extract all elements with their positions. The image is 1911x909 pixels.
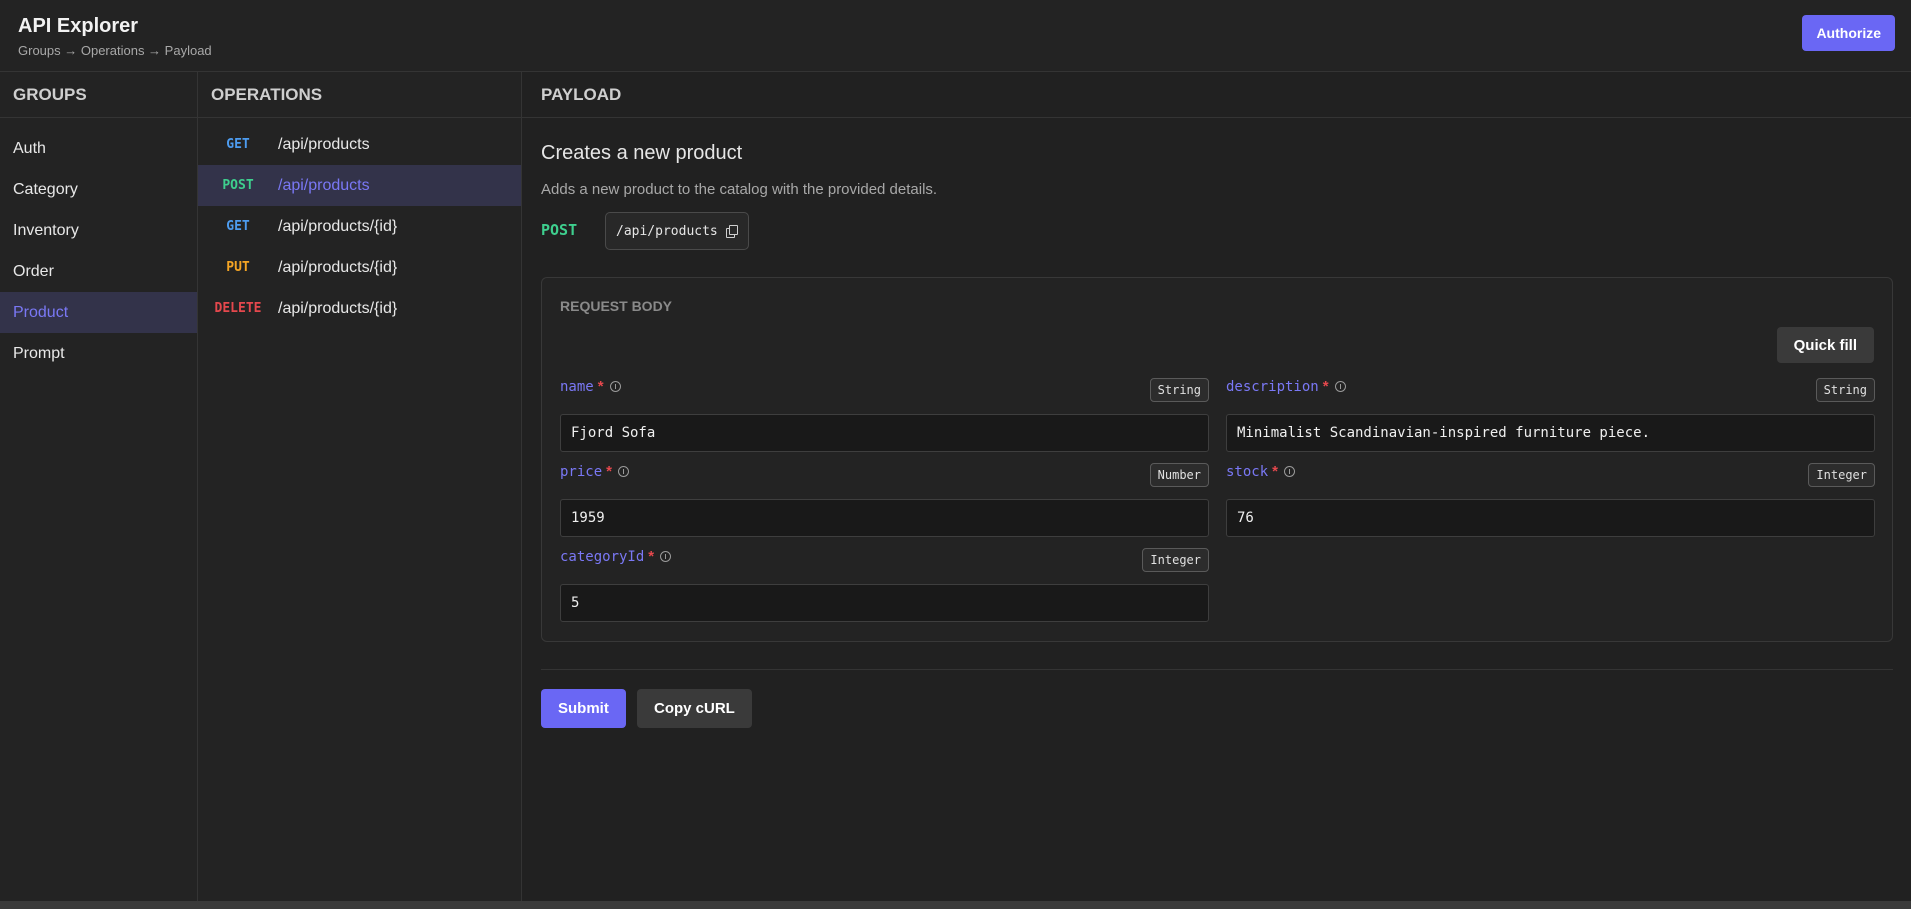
operation-path: /api/products/{id} xyxy=(278,258,398,276)
app-title: API Explorer xyxy=(18,15,139,37)
field-label: price xyxy=(560,463,603,480)
group-item-order[interactable]: Order xyxy=(0,251,197,292)
copy-icon[interactable] xyxy=(725,225,738,238)
field-name: name * String xyxy=(560,378,1209,452)
endpoint-path: /api/products xyxy=(616,223,718,239)
required-marker: * xyxy=(606,463,612,481)
field-label: stock xyxy=(1226,463,1269,480)
payload-panel: PAYLOAD Creates a new product Adds a new… xyxy=(522,72,1911,901)
description-input[interactable] xyxy=(1226,414,1875,452)
operation-description: Adds a new product to the catalog with t… xyxy=(541,181,938,198)
required-marker: * xyxy=(1322,378,1329,396)
divider xyxy=(541,669,1893,670)
submit-button[interactable]: Submit xyxy=(541,689,626,728)
stock-input[interactable] xyxy=(1226,499,1875,537)
group-item-inventory[interactable]: Inventory xyxy=(0,210,197,251)
required-marker: * xyxy=(648,548,655,566)
app-header: API Explorer Groups → Operations → Paylo… xyxy=(0,0,1911,72)
method-badge: PUT xyxy=(226,260,250,275)
operation-path: /api/products/{id} xyxy=(278,217,398,235)
info-icon[interactable] xyxy=(609,381,621,393)
info-icon[interactable] xyxy=(1334,381,1346,393)
group-item-product[interactable]: Product xyxy=(0,292,197,333)
field-price: price * Number xyxy=(560,463,1209,537)
required-marker: * xyxy=(597,378,604,396)
info-icon[interactable] xyxy=(660,551,672,563)
method-badge: GET xyxy=(226,219,250,234)
type-badge: String xyxy=(1815,378,1875,402)
copy-curl-button[interactable]: Copy cURL xyxy=(637,689,752,728)
groups-header: GROUPS xyxy=(0,72,197,118)
operation-item[interactable]: PUT /api/products/{id} xyxy=(198,247,521,288)
group-item-category[interactable]: Category xyxy=(0,169,197,210)
operations-header: OPERATIONS xyxy=(198,72,521,118)
method-badge: POST xyxy=(222,178,254,193)
operation-item[interactable]: GET /api/products/{id} xyxy=(198,206,521,247)
field-label: description xyxy=(1226,378,1319,395)
groups-panel: GROUPS Auth Category Inventory Order Pro… xyxy=(0,72,198,901)
endpoint-path-chip[interactable]: /api/products xyxy=(605,212,749,250)
group-item-auth[interactable]: Auth xyxy=(0,128,197,169)
operations-panel: OPERATIONS GET /api/products POST /api/p… xyxy=(198,72,522,901)
info-icon[interactable] xyxy=(618,466,629,478)
operation-path: /api/products xyxy=(278,176,370,194)
group-list: Auth Category Inventory Order Product Pr… xyxy=(0,118,197,374)
field-stock: stock * Integer xyxy=(1226,463,1875,537)
operation-list: GET /api/products POST /api/products GET… xyxy=(198,118,521,329)
operation-item[interactable]: DELETE /api/products/{id} xyxy=(198,288,521,329)
authorize-button[interactable]: Authorize xyxy=(1802,15,1895,51)
field-description: description * String xyxy=(1226,378,1875,452)
categoryid-input[interactable] xyxy=(560,584,1209,622)
payload-header: PAYLOAD xyxy=(522,72,1911,118)
type-badge: String xyxy=(1149,378,1209,402)
name-input[interactable] xyxy=(560,414,1209,452)
request-body-title: REQUEST BODY xyxy=(560,298,673,314)
horizontal-scrollbar[interactable] xyxy=(0,901,1911,909)
field-label: categoryId xyxy=(560,548,645,565)
field-label: name xyxy=(560,378,594,395)
breadcrumb: Groups → Operations → Payload xyxy=(18,43,212,58)
operation-path: /api/products/{id} xyxy=(278,299,398,317)
operation-item[interactable]: POST /api/products xyxy=(198,165,521,206)
operation-title: Creates a new product xyxy=(541,142,743,164)
method-badge: GET xyxy=(226,137,250,152)
info-icon[interactable] xyxy=(1284,466,1295,478)
operation-method: POST xyxy=(541,221,578,239)
type-badge: Number xyxy=(1149,463,1209,487)
request-body-panel: REQUEST BODY Quick fill name* String des… xyxy=(541,277,1893,642)
field-categoryid: categoryId * Integer xyxy=(560,548,1209,622)
operation-path: /api/products xyxy=(278,135,370,153)
type-badge: Integer xyxy=(1808,463,1875,487)
type-badge: Integer xyxy=(1142,548,1209,572)
group-item-prompt[interactable]: Prompt xyxy=(0,333,197,374)
price-input[interactable] xyxy=(560,499,1209,537)
required-marker: * xyxy=(1272,463,1278,481)
method-badge: DELETE xyxy=(214,301,262,316)
quick-fill-button[interactable]: Quick fill xyxy=(1776,327,1874,363)
operation-item[interactable]: GET /api/products xyxy=(198,124,521,165)
